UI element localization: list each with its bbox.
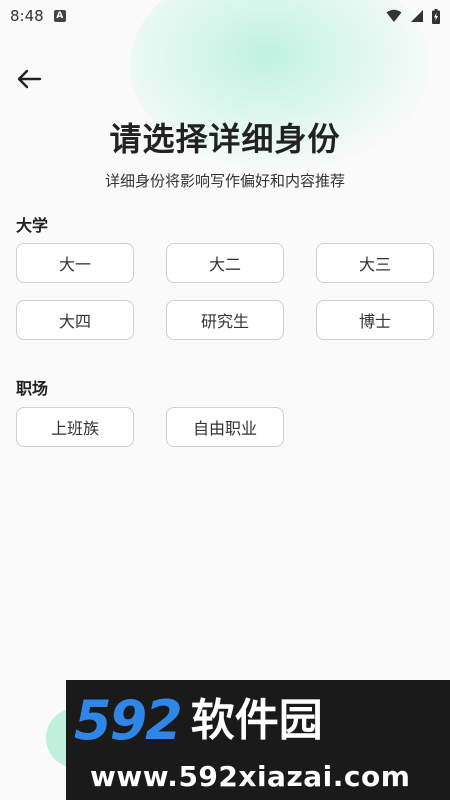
watermark-name: 软件园 bbox=[190, 695, 323, 746]
page-title: 请选择详细身份 bbox=[109, 120, 341, 158]
option-doctorate[interactable]: 博士 bbox=[316, 300, 434, 340]
status-right bbox=[386, 8, 440, 24]
section-title-workplace: 职场 bbox=[16, 379, 49, 398]
option-office-worker[interactable]: 上班族 bbox=[16, 407, 134, 447]
wifi-icon bbox=[386, 9, 402, 22]
notification-a-icon: A bbox=[53, 10, 66, 22]
arrow-left-icon bbox=[17, 69, 42, 89]
signal-icon bbox=[411, 10, 423, 22]
back-button[interactable] bbox=[14, 64, 44, 94]
section-title-university: 大学 bbox=[16, 216, 49, 235]
status-left: 8:48 A bbox=[10, 7, 66, 25]
option-freelancer[interactable]: 自由职业 bbox=[166, 407, 284, 447]
status-time: 8:48 bbox=[10, 7, 44, 25]
option-freshman[interactable]: 大一 bbox=[16, 243, 134, 283]
option-sophomore[interactable]: 大二 bbox=[166, 243, 284, 283]
watermark-number: 592 bbox=[74, 689, 183, 752]
watermark-banner: 592 软件园 www.592xiazai.com bbox=[66, 680, 450, 800]
status-bar: 8:48 A bbox=[0, 0, 450, 32]
page-subtitle: 详细身份将影响写作偏好和内容推荐 bbox=[104, 172, 345, 190]
option-senior[interactable]: 大四 bbox=[16, 300, 134, 340]
watermark-url: www.592xiazai.com bbox=[90, 760, 411, 793]
watermark-logo: 592 软件园 bbox=[74, 690, 323, 752]
option-junior[interactable]: 大三 bbox=[316, 243, 434, 283]
option-graduate[interactable]: 研究生 bbox=[166, 300, 284, 340]
battery-icon bbox=[432, 8, 440, 24]
